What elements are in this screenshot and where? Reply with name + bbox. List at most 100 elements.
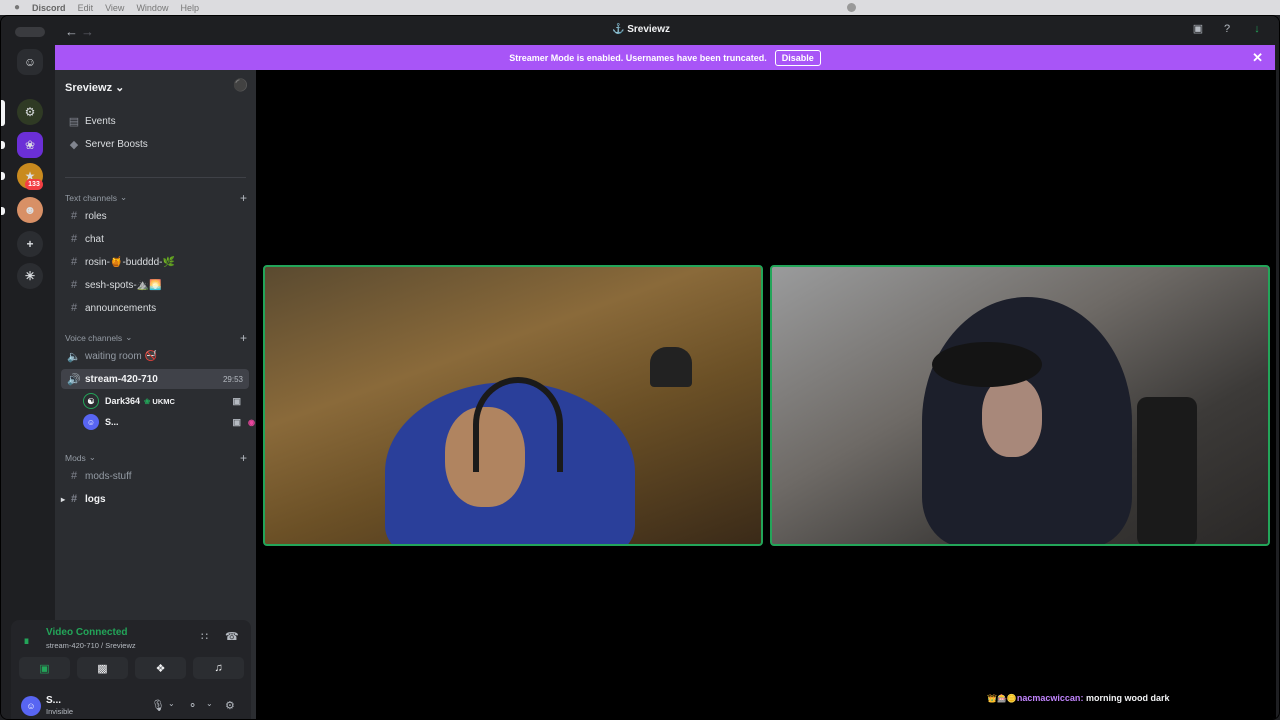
chevron-down-icon: ⌄ (115, 82, 125, 94)
hash-icon: # (70, 256, 78, 268)
voice-user-self[interactable]: ☺ S... ▣ ◉ (83, 412, 255, 432)
camera-icon: ▣ (232, 416, 241, 427)
channel-roles[interactable]: # roles (61, 206, 249, 226)
voice-channel-waiting-room[interactable]: 🔈 waiting room 🚭 (61, 346, 249, 366)
speaker-icon: 🔈 (67, 350, 81, 363)
menu-view[interactable]: View (105, 3, 124, 13)
category-label: Text channels (65, 192, 117, 203)
server-leaf[interactable]: ❀ (17, 132, 43, 158)
unread-pill (1, 172, 5, 180)
unread-pill (1, 207, 5, 215)
server-rail: ☺ ⚙ ❀ ★ 133 ☻ + ✳ (1, 44, 55, 719)
unread-pill (1, 141, 5, 149)
soundboard-button[interactable]: ♫ (193, 657, 244, 679)
voice-channel-path[interactable]: stream-420-710 / Sreviewz (46, 641, 136, 650)
disable-button[interactable]: Disable (774, 49, 821, 66)
chevron-down-icon: ⌄ (125, 332, 133, 342)
category-text-channels[interactable]: Text channels ⌄ + (65, 191, 247, 205)
voice-channel-stream[interactable]: 🔊 stream-420-710 29:53 (61, 369, 249, 389)
menu-edit[interactable]: Edit (78, 3, 94, 13)
help-icon[interactable]: ? (1220, 22, 1234, 36)
menu-window[interactable]: Window (136, 3, 168, 13)
chair-shape (1137, 397, 1197, 544)
cap-shape (932, 342, 1042, 387)
signal-icon[interactable]: ∎ (23, 634, 30, 647)
category-mods[interactable]: Mods ⌄ + (65, 451, 247, 465)
menu-help[interactable]: Help (180, 3, 199, 13)
headphones-icon[interactable]: ⚬ (188, 699, 197, 712)
hash-icon: # (70, 210, 78, 222)
camera-button[interactable]: ▣ (19, 657, 70, 679)
speaker-icon: 🔊 (67, 373, 81, 386)
avatar[interactable]: ☺ (21, 696, 41, 716)
guild-tag: ❀ UKMC (144, 396, 175, 406)
disconnect-icon[interactable]: ☎ (225, 630, 239, 643)
add-member-icon[interactable]: ⚫ (233, 78, 248, 92)
video-tile-participant-1[interactable] (263, 265, 763, 546)
add-channel-icon[interactable]: + (240, 451, 247, 465)
add-channel-icon[interactable]: + (240, 191, 247, 205)
mention-badge: 133 (25, 179, 43, 190)
menu-app-name[interactable]: Discord (32, 3, 66, 13)
channel-label: sesh-spots-⛰️🌅 (85, 279, 162, 291)
channel-label: mods-stuff (85, 470, 132, 482)
channel-mods-stuff[interactable]: # mods-stuff (61, 466, 249, 486)
close-icon[interactable]: ✕ (1252, 50, 1263, 66)
channel-label: logs (85, 493, 106, 505)
add-channel-icon[interactable]: + (240, 331, 247, 345)
server-avatar[interactable]: ☻ (17, 197, 43, 223)
participant-2-face (982, 377, 1042, 457)
channel-logs[interactable]: ▸ # logs (61, 489, 249, 509)
selected-server-pill (1, 100, 5, 126)
explore-icon[interactable]: ✳ (17, 263, 43, 289)
screen-share-button[interactable]: ▩ (77, 657, 128, 679)
chevron-down-icon: ⌄ (88, 452, 96, 462)
channel-sesh-spots[interactable]: # sesh-spots-⛰️🌅 (61, 275, 249, 295)
apple-icon[interactable]: ● (14, 2, 20, 13)
avatar: ☺ (83, 414, 99, 430)
chevron-down-icon[interactable]: ⌄ (206, 699, 213, 708)
discord-home-icon[interactable]: ☺ (17, 49, 43, 75)
channel-label: waiting room 🚭 (85, 350, 157, 362)
hash-icon: # (70, 233, 78, 245)
noise-suppression-icon[interactable]: ∷ (201, 630, 208, 643)
channel-announcements[interactable]: # announcements (61, 298, 249, 318)
download-icon[interactable]: ↓ (1250, 22, 1264, 36)
divider (65, 177, 246, 178)
chevron-down-icon[interactable]: ⌄ (168, 699, 175, 708)
user-panel: ☺ S... Invisible 🎙 ⌄ ⚬ ⌄ ⚙ (11, 685, 251, 719)
voice-connection-panel: ∎ Video Connected stream-420-710 / Srevi… (11, 620, 251, 685)
category-label: Mods (65, 452, 86, 463)
chat-badges: 👑🎰🪙 (987, 694, 1017, 703)
channel-label: announcements (85, 302, 157, 314)
server-icon: ⚓ (611, 24, 625, 35)
inbox-icon[interactable]: ▣ (1191, 22, 1205, 36)
camera-icon: ▣ (232, 395, 241, 406)
camera-icon: ▣ (39, 662, 50, 675)
microphone-icon[interactable]: 🎙 (151, 699, 165, 712)
user-name[interactable]: S... (46, 695, 61, 706)
video-stage: 👑🎰🪙nacmacwiccan: morning wood dark (256, 70, 1276, 719)
streamer-mode-banner: Streamer Mode is enabled. Usernames have… (55, 45, 1275, 70)
lamp-shape (650, 347, 692, 387)
gear-icon[interactable]: ⚙ (225, 699, 235, 712)
headset-shape (473, 377, 563, 472)
channel-chat[interactable]: # chat (61, 229, 249, 249)
category-voice-channels[interactable]: Voice channels ⌄ + (65, 331, 247, 345)
channel-rosin[interactable]: # rosin-🍯-budddd-🌿 (61, 252, 249, 272)
sidebar-item-events[interactable]: ▤ Events (61, 111, 249, 131)
discord-window: ← → ⚓ Sreviewz ▣ ? ↓ ☺ ⚙ ❀ ★ 133 ☻ + ✳ S… (0, 15, 1280, 720)
sidebar-item-server-boosts[interactable]: ◆ Server Boosts (61, 134, 249, 154)
voice-status: Video Connected (46, 627, 128, 638)
chevron-down-icon: ⌄ (119, 192, 128, 202)
server-sreviewz[interactable]: ⚙ (17, 99, 43, 125)
sidebar-item-label: Server Boosts (85, 138, 148, 150)
video-tile-participant-2[interactable] (770, 265, 1270, 546)
voice-user-dark364[interactable]: ☯ Dark364 ❀ UKMC ▣ (83, 391, 249, 411)
category-label: Voice channels (65, 332, 123, 343)
activities-button[interactable]: ❖ (135, 657, 186, 679)
banner-text: Streamer Mode is enabled. Usernames have… (509, 52, 767, 63)
server-name[interactable]: Sreviewz ⌄ (65, 81, 124, 94)
add-server-icon[interactable]: + (17, 231, 43, 257)
server-header[interactable]: Sreviewz ⌄ ⚫ (55, 70, 256, 104)
